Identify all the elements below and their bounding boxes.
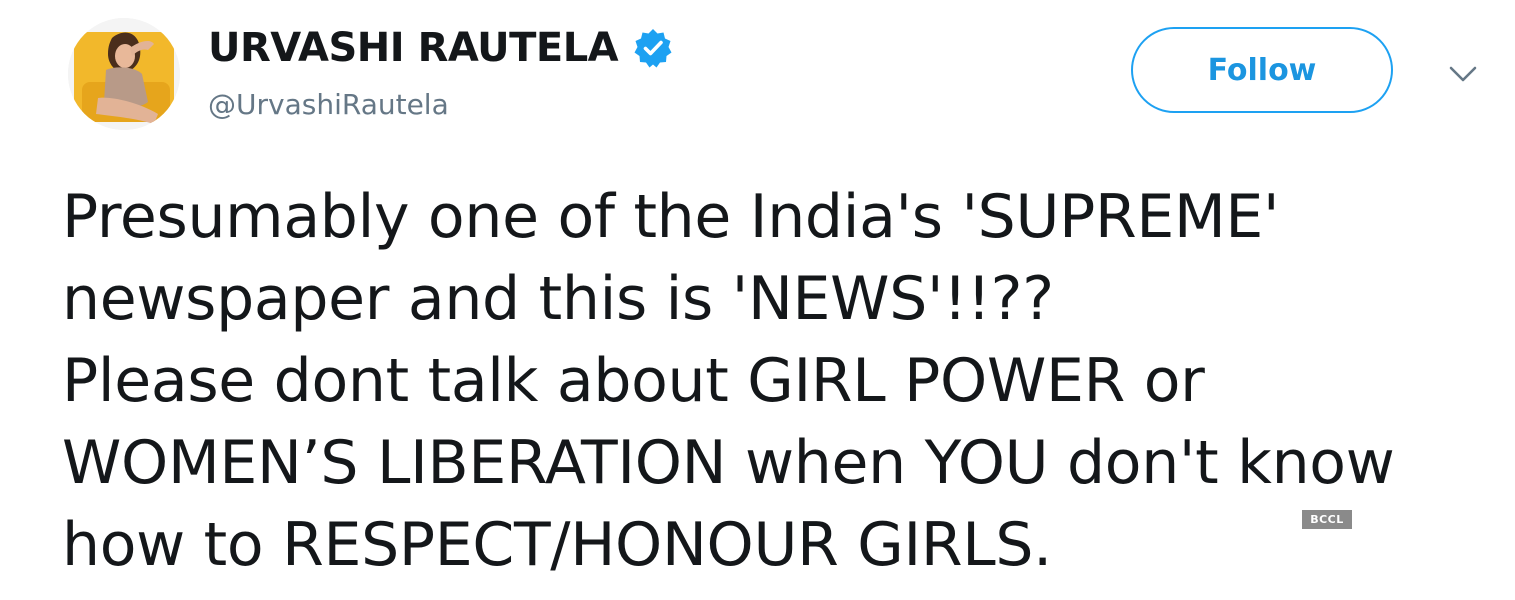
tweet-card: URVASHI RAUTELA @UrvashiRautela Follow P… [0,0,1515,600]
tweet-text-line: newspaper and this is 'NEWS'!!?? [62,264,1054,334]
verified-badge-icon [632,27,674,69]
watermark-badge: BCCL [1302,510,1352,529]
display-name[interactable]: URVASHI RAUTELA [208,25,619,71]
avatar[interactable] [68,18,180,130]
chevron-down-icon[interactable] [1447,62,1479,86]
tweet-text-line: Please dont talk about GIRL POWER or [62,346,1205,416]
follow-button[interactable]: Follow [1131,27,1393,113]
tweet-text-line: Presumably one of the India's 'SUPREME' [62,182,1280,252]
user-handle[interactable]: @UrvashiRautela [208,88,449,121]
tweet-text-line: how to RESPECT/HONOUR GIRLS. [62,510,1052,580]
name-row: URVASHI RAUTELA [208,22,674,74]
profile-photo-icon [68,18,180,130]
tweet-text-line: WOMEN’S LIBERATION when YOU don't know [62,428,1395,498]
tweet-text: Presumably one of the India's 'SUPREME' … [62,176,1502,586]
